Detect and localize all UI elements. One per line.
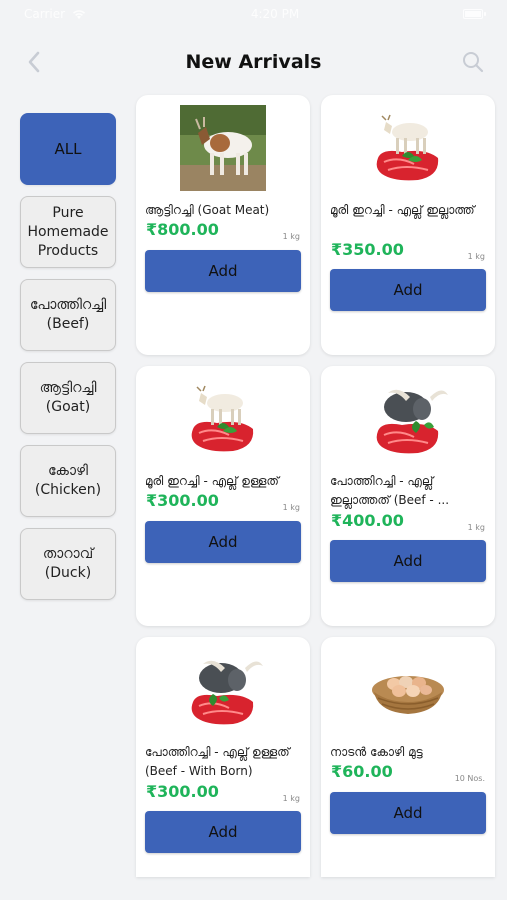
product-price: ₹400.00 bbox=[331, 511, 404, 530]
product-name: നാടൻ കോഴി മുട്ട bbox=[330, 745, 423, 759]
product-price: ₹300.00 bbox=[146, 782, 219, 801]
buffalo-meat-icon bbox=[376, 389, 448, 454]
app-header: New Arrivals bbox=[0, 40, 507, 84]
product-card[interactable]: ആട്ടിറച്ചി (Goat Meat) ₹800.00 1 kg Add bbox=[136, 95, 310, 355]
product-unit: 1 kg bbox=[282, 794, 300, 803]
product-price: ₹800.00 bbox=[146, 220, 219, 239]
category-goat[interactable]: ആട്ടിറച്ചി (Goat) bbox=[20, 362, 116, 434]
category-homemade[interactable]: Pure Homemade Products bbox=[20, 196, 116, 268]
page-title: New Arrivals bbox=[185, 51, 322, 73]
product-unit: 1 kg bbox=[282, 232, 300, 241]
product-unit: 1 kg bbox=[467, 252, 485, 261]
product-unit: 1 kg bbox=[282, 503, 300, 512]
product-card[interactable]: പോത്തിറച്ചി - എല്ല് ഇല്ലാത്തത് (Beef - .… bbox=[321, 366, 495, 626]
product-card[interactable]: മൂരി ഇറച്ചി - എല്ല് ഉള്ളത് ₹300.00 1 kg … bbox=[136, 366, 310, 626]
product-grid: ആട്ടിറച്ചി (Goat Meat) ₹800.00 1 kg Add … bbox=[136, 95, 496, 877]
product-name: ആട്ടിറച്ചി (Goat Meat) bbox=[145, 203, 270, 217]
cow-meat-icon bbox=[376, 114, 439, 181]
product-image bbox=[321, 374, 495, 464]
add-button[interactable]: Add bbox=[330, 792, 486, 834]
goat-photo bbox=[180, 105, 266, 191]
search-button[interactable] bbox=[459, 48, 487, 76]
product-card[interactable]: മൂരി ഇറച്ചി - എല്ല് ഇല്ലാത്ത് ₹350.00 1 … bbox=[321, 95, 495, 355]
category-duck[interactable]: താറാവ് (Duck) bbox=[20, 528, 116, 600]
product-card[interactable]: നാടൻ കോഴി മുട്ട ₹60.00 10 Nos. Add bbox=[321, 637, 495, 877]
product-name: പോത്തിറച്ചി - എല്ല് ഇല്ലാത്തത് (Beef - .… bbox=[330, 474, 450, 507]
product-unit: 10 Nos. bbox=[454, 774, 485, 783]
product-unit: 1 kg bbox=[467, 523, 485, 532]
category-all[interactable]: ALL bbox=[20, 113, 116, 185]
product-name: മൂരി ഇറച്ചി - എല്ല് ഇല്ലാത്ത് bbox=[330, 203, 475, 217]
product-card[interactable]: പോത്തിറച്ചി - എല്ല് ഉള്ളത് (Beef - With … bbox=[136, 637, 310, 877]
product-name: പോത്തിറച്ചി - എല്ല് ഉള്ളത് (Beef - With … bbox=[145, 745, 290, 778]
add-button[interactable]: Add bbox=[145, 521, 301, 563]
product-image bbox=[321, 645, 495, 735]
product-price: ₹60.00 bbox=[331, 762, 393, 781]
carrier-label: Carrier bbox=[24, 7, 66, 21]
product-image bbox=[136, 103, 310, 193]
category-beef[interactable]: പോത്തിറച്ചി (Beef) bbox=[20, 279, 116, 351]
battery-icon bbox=[463, 9, 486, 19]
chevron-left-icon bbox=[28, 51, 40, 73]
add-button[interactable]: Add bbox=[330, 540, 486, 582]
status-time: 4:20 PM bbox=[250, 7, 300, 21]
category-chicken[interactable]: കോഴി (Chicken) bbox=[20, 445, 116, 517]
category-sidebar: ALL Pure Homemade Products പോത്തിറച്ചി (… bbox=[20, 113, 116, 600]
back-button[interactable] bbox=[20, 48, 48, 76]
add-button[interactable]: Add bbox=[145, 811, 301, 853]
product-name: മൂരി ഇറച്ചി - എല്ല് ഉള്ളത് bbox=[145, 474, 279, 488]
buffalo-meat-icon bbox=[191, 660, 263, 725]
eggs-basket-icon bbox=[372, 676, 444, 714]
product-image bbox=[321, 103, 495, 193]
add-button[interactable]: Add bbox=[145, 250, 301, 292]
add-button[interactable]: Add bbox=[330, 269, 486, 311]
product-price: ₹300.00 bbox=[146, 491, 219, 510]
cow-meat-icon bbox=[191, 385, 254, 452]
status-left: Carrier bbox=[24, 7, 87, 21]
search-icon bbox=[463, 52, 484, 73]
product-price: ₹350.00 bbox=[331, 240, 404, 259]
product-image bbox=[136, 645, 310, 735]
wifi-icon bbox=[72, 10, 86, 19]
status-bar: Carrier 4:20 PM bbox=[0, 0, 507, 28]
product-image bbox=[136, 374, 310, 464]
